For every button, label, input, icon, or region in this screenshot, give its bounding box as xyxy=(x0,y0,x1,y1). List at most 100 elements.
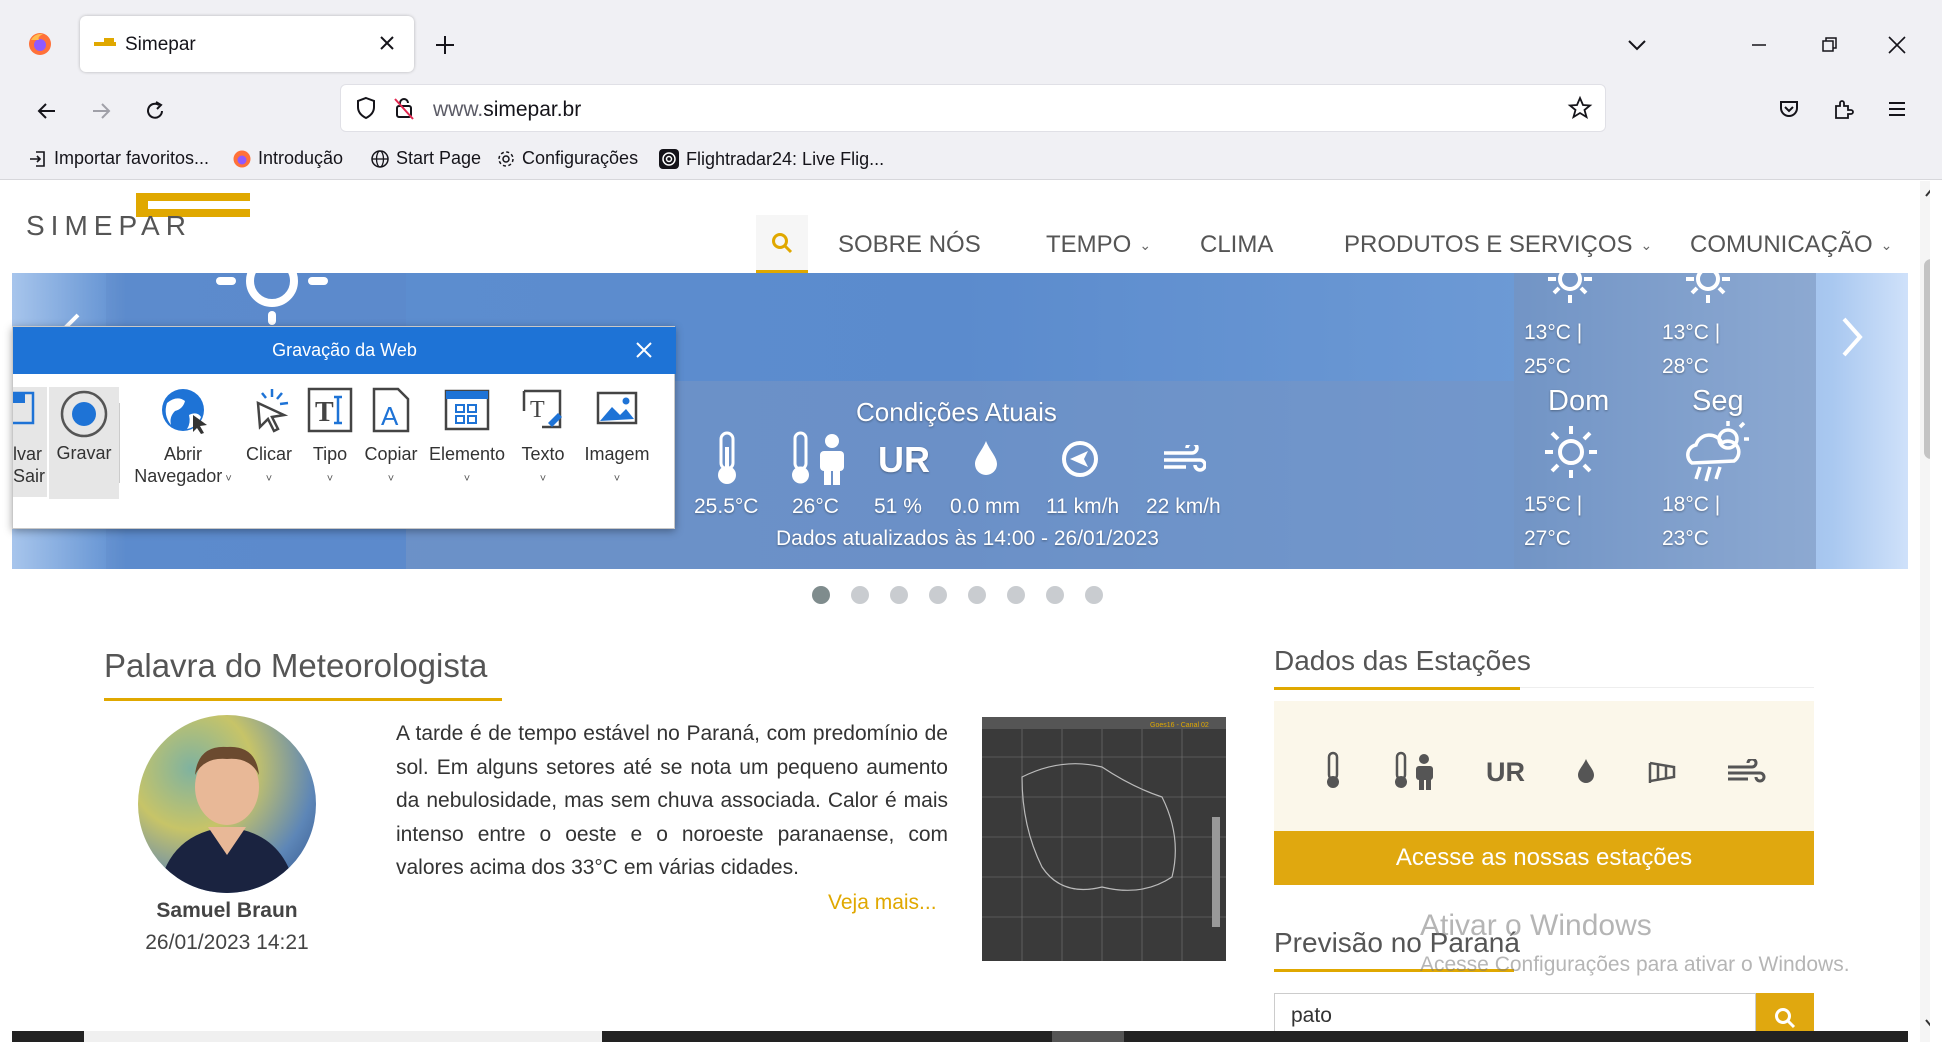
forecast-max: 25°C xyxy=(1524,355,1571,378)
shield-icon[interactable] xyxy=(353,95,379,121)
bookmark-star-icon[interactable] xyxy=(1567,95,1593,121)
wind-sock-icon xyxy=(1646,759,1678,785)
bookmark-configuracoes[interactable]: Configurações xyxy=(496,148,638,169)
web-page: SIMEPAR SOBRE NÓS TEMPO ⌄ CLIMA PRODUTOS … xyxy=(12,181,1930,1042)
restore-icon[interactable] xyxy=(1812,28,1846,62)
current-temp: 25.5°C xyxy=(694,495,759,518)
nav-sobre-nos[interactable]: SOBRE NÓS xyxy=(838,231,981,259)
copy-tool[interactable]: A Copiar ˅ xyxy=(359,385,423,487)
tab-strip: Simepar xyxy=(0,0,1942,80)
section-underline xyxy=(104,698,502,701)
forward-arrow-icon[interactable] xyxy=(84,94,118,128)
carousel-dot[interactable] xyxy=(812,586,830,604)
carousel-next-icon[interactable] xyxy=(1836,313,1868,361)
image-tool[interactable]: Imagem ˅ xyxy=(579,385,655,487)
nav-tempo[interactable]: TEMPO ⌄ xyxy=(1046,231,1151,259)
carousel-dot[interactable] xyxy=(968,586,986,604)
carousel-dot[interactable] xyxy=(1046,586,1064,604)
wind-value: 11 km/h xyxy=(1046,495,1120,518)
element-icon xyxy=(444,389,490,431)
bookmark-flightradar[interactable]: Flightradar24: Live Flig... xyxy=(658,148,884,170)
carousel-dot[interactable] xyxy=(851,586,869,604)
minimize-icon[interactable] xyxy=(1742,28,1776,62)
insecure-lock-icon[interactable] xyxy=(391,95,417,121)
nav-clima[interactable]: CLIMA xyxy=(1200,231,1273,259)
new-tab-icon[interactable] xyxy=(430,30,460,60)
simepar-favicon xyxy=(94,36,116,50)
wind-gust-icon xyxy=(1162,445,1206,475)
back-arrow-icon[interactable] xyxy=(30,94,64,128)
page-scrollbar[interactable] xyxy=(1920,181,1930,1042)
carousel-dot[interactable] xyxy=(1085,586,1103,604)
windows-activation-title: Ativar o Windows xyxy=(1420,909,1652,942)
scroll-down-icon[interactable] xyxy=(1924,1017,1930,1029)
element-label: Elemento ˅ xyxy=(428,444,506,485)
feels-like-icon xyxy=(1392,751,1438,791)
click-label: Clicar ˅ xyxy=(245,444,292,485)
click-tool[interactable]: Clicar ˅ xyxy=(239,385,299,487)
bookmark-introducao[interactable]: Introdução xyxy=(232,148,343,169)
site-search-button[interactable] xyxy=(756,215,808,273)
carousel-dot[interactable] xyxy=(929,586,947,604)
close-tab-icon[interactable] xyxy=(376,32,398,54)
page-bottom-bar xyxy=(12,1031,1908,1042)
tab-simepar[interactable]: Simepar xyxy=(80,16,414,72)
stations-access-button[interactable]: Acesse as nossas estações xyxy=(1274,831,1814,885)
bookmark-label: Introdução xyxy=(258,148,344,168)
meteorologist-datetime: 26/01/2023 14:21 xyxy=(145,931,309,954)
svg-text:A: A xyxy=(381,401,399,431)
copy-label: Copiar ˅ xyxy=(364,444,418,485)
windows-activation-subtitle: Acesse Configurações para ativar o Windo… xyxy=(1420,953,1850,976)
type-tool[interactable]: T Tipo ˅ xyxy=(303,385,357,487)
record-tool[interactable]: Gravar xyxy=(49,387,119,499)
bookmark-import[interactable]: Importar favoritos... xyxy=(28,148,209,169)
see-more-link[interactable]: Veja mais... xyxy=(828,891,937,915)
recorder-close-icon[interactable] xyxy=(633,339,655,361)
sun-icon xyxy=(1544,273,1596,305)
site-header: SIMEPAR SOBRE NÓS TEMPO ⌄ CLIMA PRODUTOS … xyxy=(12,181,1908,273)
scrollbar-thumb[interactable] xyxy=(1924,259,1930,459)
humidity-icon: UR xyxy=(878,439,930,480)
avatar xyxy=(138,715,316,893)
sun-icon xyxy=(1682,273,1734,305)
url-text[interactable]: www.simepar.br xyxy=(433,98,581,122)
carousel-dot[interactable] xyxy=(890,586,908,604)
rain-value: 0.0 mm xyxy=(950,495,1021,518)
extensions-icon[interactable] xyxy=(1826,92,1860,126)
record-icon xyxy=(60,390,108,438)
satellite-image[interactable]: Goes16 - Canal 02 xyxy=(982,717,1226,961)
open-browser-tool[interactable]: Abrir Navegador ˅ xyxy=(133,385,233,487)
tab-list-chevron-icon[interactable] xyxy=(1620,28,1654,62)
forecast-max: 27°C xyxy=(1524,527,1571,550)
carousel-dots xyxy=(812,586,1103,604)
reload-icon[interactable] xyxy=(138,94,172,128)
meteorologist-text: A tarde é de tempo estável no Paraná, co… xyxy=(396,722,948,879)
bookmark-label: Start Page xyxy=(396,148,482,168)
close-window-icon[interactable] xyxy=(1880,28,1914,62)
element-tool[interactable]: Elemento ˅ xyxy=(427,385,507,487)
section-underline xyxy=(1274,687,1520,690)
recorder-header: Gravação da Web xyxy=(13,327,676,374)
url-bar[interactable]: www.simepar.br xyxy=(340,84,1606,132)
bookmark-start-page[interactable]: Start Page xyxy=(370,148,481,169)
save-exit-tool[interactable]: lvar Sair xyxy=(13,387,47,497)
nav-comunicacao[interactable]: COMUNICAÇÃO ⌄ xyxy=(1690,231,1892,259)
humidity-icon: UR xyxy=(1486,757,1525,787)
thermometer-icon xyxy=(712,431,742,487)
text-label: Texto ˅ xyxy=(521,444,565,485)
rain-drop-icon xyxy=(1576,757,1596,785)
section-divider xyxy=(1520,687,1814,688)
menu-icon[interactable] xyxy=(1880,92,1914,126)
carousel-dot[interactable] xyxy=(1007,586,1025,604)
flightradar-icon xyxy=(659,149,679,169)
firefox-icon[interactable] xyxy=(24,28,56,60)
text-tool[interactable]: T Texto ˅ xyxy=(513,385,573,487)
pocket-icon[interactable] xyxy=(1772,92,1806,126)
bottom-bar-segment xyxy=(84,1031,602,1042)
search-icon xyxy=(772,232,793,253)
type-icon: T xyxy=(307,387,353,433)
browser-chrome: Simepar www.simepar.br Importar favorito… xyxy=(0,0,1942,180)
nav-produtos-servicos[interactable]: PRODUTOS E SERVIÇOS ⌄ xyxy=(1344,231,1652,259)
simepar-logo[interactable]: SIMEPAR xyxy=(26,193,256,237)
scroll-up-icon[interactable] xyxy=(1924,187,1930,199)
